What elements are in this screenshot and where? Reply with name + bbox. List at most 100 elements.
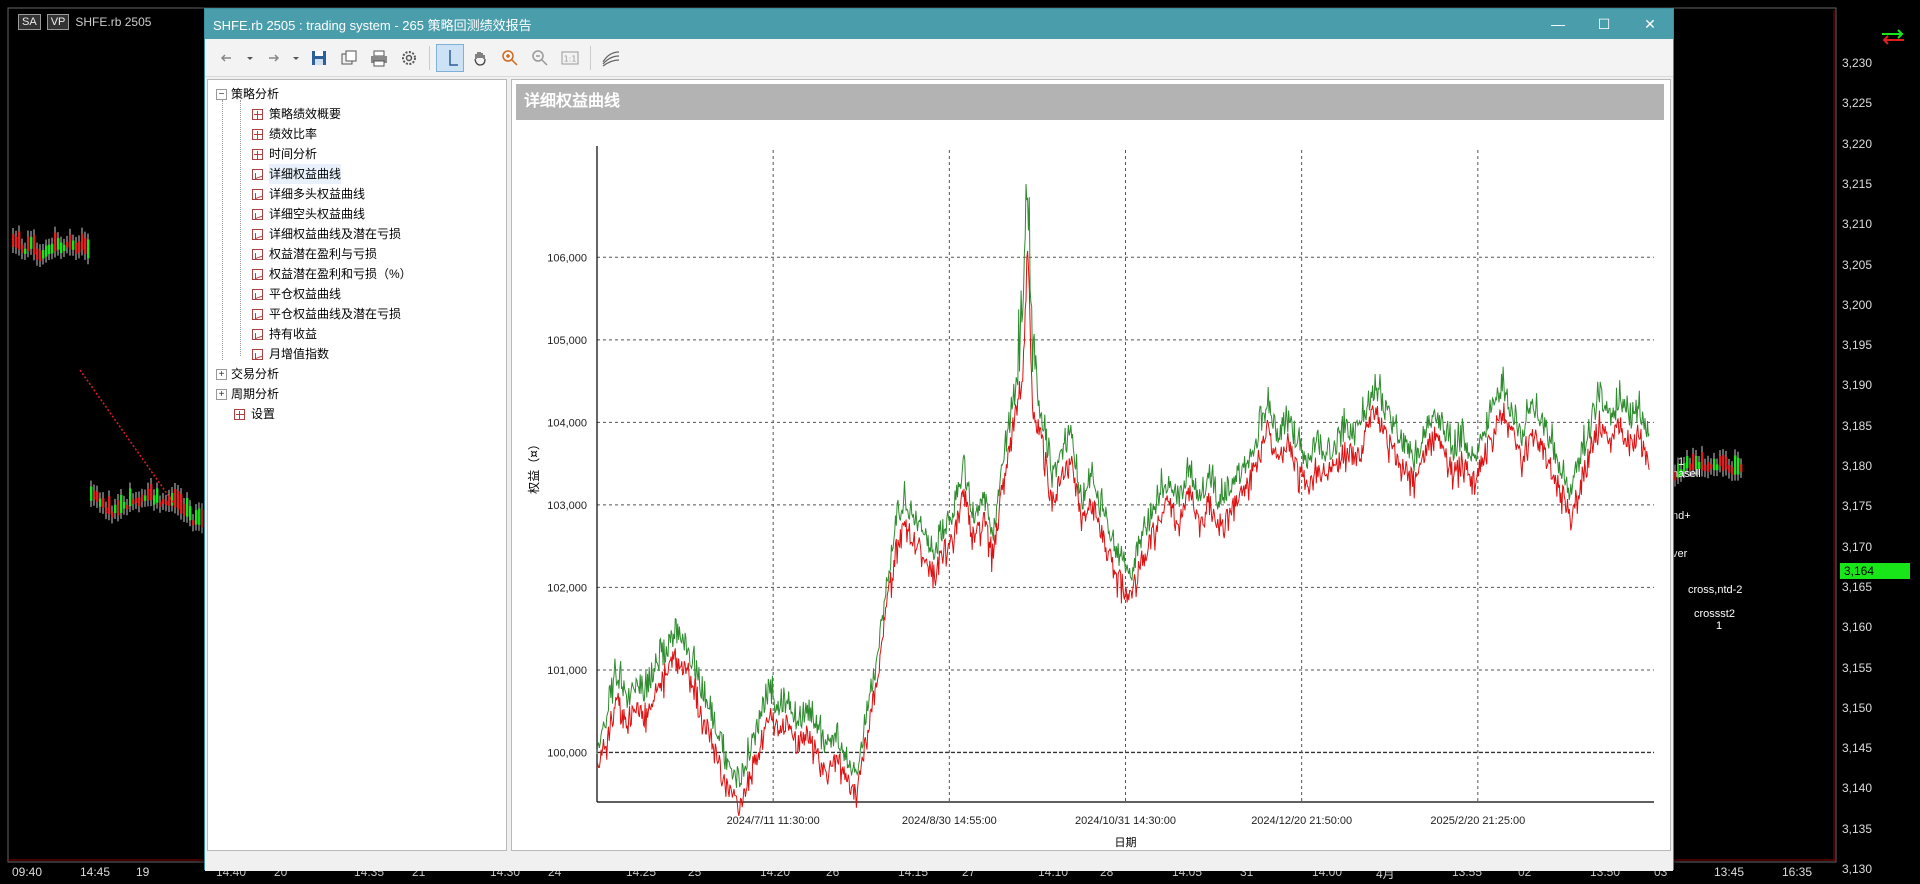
window-titlebar[interactable]: SHFE.rb 2505 : trading system - 265 策略回测… (205, 9, 1673, 39)
tree-item[interactable]: 权益潜在盈利与亏损 (208, 244, 506, 264)
crosshair-button[interactable] (436, 43, 464, 72)
candle-body (138, 497, 141, 507)
strategy-report-window: SHFE.rb 2505 : trading system - 265 策略回测… (204, 8, 1674, 871)
candle-body (1701, 452, 1704, 471)
zoom-reset-button[interactable]: 1:1 (556, 44, 584, 72)
tree-item[interactable]: 详细权益曲线 (208, 164, 506, 184)
tree-item-label: 交易分析 (231, 367, 280, 381)
candle-body (30, 237, 33, 249)
price-tick: 3,185 (1842, 418, 1873, 433)
price-tick: 3,165 (1842, 579, 1873, 594)
candle-body (1728, 464, 1731, 473)
price-tick: 3,135 (1842, 821, 1873, 836)
chart-report-icon (252, 348, 263, 360)
candle-body (120, 495, 123, 513)
copy-icon (341, 50, 357, 64)
close-button[interactable]: ✕ (1627, 9, 1673, 39)
candle-body (60, 242, 63, 254)
candle-body (144, 495, 147, 501)
candle-body (180, 494, 183, 514)
expand-icon[interactable]: + (216, 388, 227, 400)
tree-item[interactable]: 详细多头权益曲线 (208, 184, 506, 204)
tree-item-label: 详细权益曲线 (269, 164, 342, 184)
equity-curve-chart[interactable]: 100,000 101,000 102,000 103,000 104,000 105,0… (512, 120, 1670, 850)
tree-item[interactable]: + 周期分析 (208, 384, 506, 404)
tree-item-label: 策略绩效概要 (269, 107, 342, 121)
price-tick: 3,160 (1842, 620, 1873, 635)
x-tick-label: 2025/2/20 21:25:00 (1430, 815, 1525, 827)
candle-body (111, 511, 114, 518)
candle-body (99, 498, 102, 507)
maximize-button[interactable]: ☐ (1581, 9, 1627, 39)
y-tick-label: 101,000 (547, 665, 587, 677)
time-tick: 19 (136, 865, 150, 879)
chart-style-button[interactable] (597, 44, 625, 72)
candle-body (24, 248, 27, 254)
tree-item[interactable]: 设置 (208, 404, 506, 424)
collapse-icon[interactable]: − (216, 88, 227, 100)
candle-body (90, 486, 93, 501)
tree-item[interactable]: 绩效比率 (208, 124, 506, 144)
sa-chip[interactable]: SA (18, 14, 41, 30)
report-toolbar: 1:1 (205, 39, 1673, 77)
candle-body (1722, 455, 1725, 471)
candle-body (102, 498, 105, 508)
tree-item[interactable]: + 交易分析 (208, 364, 506, 384)
print-button[interactable] (365, 44, 393, 72)
tree-guide-line (222, 100, 223, 360)
tree-item[interactable]: 平仓权益曲线 (208, 284, 506, 304)
x-tick-label: 2024/10/31 14:30:00 (1075, 815, 1176, 827)
candle-body (78, 241, 81, 253)
candle-body (18, 231, 21, 250)
minimize-button[interactable]: — (1535, 9, 1581, 39)
zoom-out-button[interactable] (526, 44, 554, 72)
tree-item[interactable]: 策略绩效概要 (208, 104, 506, 124)
forward-dropdown-button[interactable] (289, 44, 303, 72)
chart-style-icon (602, 50, 620, 66)
time-tick: 16:35 (1782, 865, 1813, 879)
candle-body (189, 506, 192, 521)
expand-icon[interactable]: + (216, 368, 227, 380)
panel-header: 详细权益曲线 (516, 84, 1664, 120)
tree-item[interactable]: 平仓权益曲线及潜在亏损 (208, 304, 506, 324)
price-tick: 3,140 (1842, 781, 1873, 796)
candle-body (159, 501, 162, 507)
candle-body (198, 508, 201, 525)
tree-item-label: 详细空头权益曲线 (269, 207, 366, 221)
candle-body (162, 498, 165, 504)
back-button[interactable] (213, 44, 241, 72)
candle-body (1719, 456, 1722, 467)
candle-body (87, 239, 90, 259)
candle-body (177, 490, 180, 510)
candle-body (150, 483, 153, 501)
forward-button[interactable] (259, 44, 287, 72)
chart-report-icon (252, 188, 263, 200)
chart-report-icon (252, 268, 263, 280)
tree-item[interactable]: 详细权益曲线及潜在亏损 (208, 224, 506, 244)
tree-item[interactable]: 持有收益 (208, 324, 506, 344)
tree-item[interactable]: 月增值指数 (208, 344, 506, 364)
time-tick: 09:40 (12, 865, 43, 879)
tree-item[interactable]: 详细空头权益曲线 (208, 204, 506, 224)
tree-item-label: 权益潜在盈利和亏损（%） (269, 267, 412, 281)
pan-button[interactable] (466, 44, 494, 72)
signal-annotation: 1 (1716, 620, 1723, 632)
price-axis[interactable]: 3,230 3,225 3,220 3,215 3,210 3,205 3,200 3,195… (1838, 0, 1920, 876)
candle-body (108, 496, 111, 515)
copy-button[interactable] (335, 44, 363, 72)
tree-item[interactable]: 时间分析 (208, 144, 506, 164)
vp-chip[interactable]: VP (46, 14, 70, 30)
tree-item[interactable]: − 策略分析 (208, 84, 506, 104)
candle-body (195, 510, 198, 525)
cursor-arrows-icon[interactable] (1880, 26, 1906, 48)
back-dropdown-button[interactable] (243, 44, 257, 72)
tree-item[interactable]: 权益潜在盈利和亏损（%） (208, 264, 506, 284)
y-axis-label: 权益（¤） (527, 438, 541, 494)
zoom-in-button[interactable] (496, 44, 524, 72)
candle-body (96, 491, 99, 502)
save-button[interactable] (305, 44, 333, 72)
settings-button[interactable] (395, 44, 423, 72)
candle-body (15, 236, 18, 248)
toolbar-separator (590, 45, 591, 70)
tree-item-label: 设置 (251, 407, 276, 421)
